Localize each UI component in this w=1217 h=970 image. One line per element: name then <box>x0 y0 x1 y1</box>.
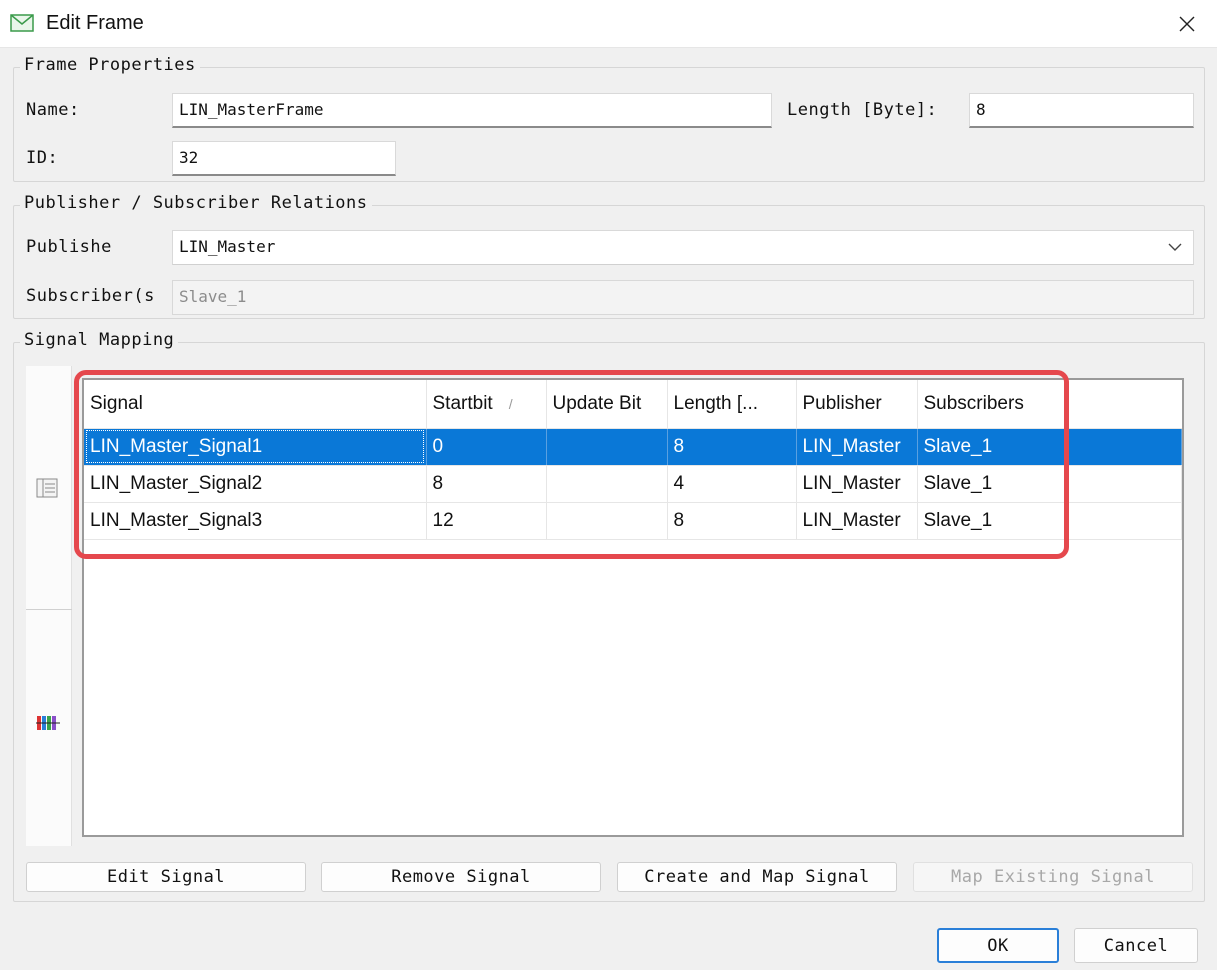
create-map-signal-button[interactable]: Create and Map Signal <box>617 862 897 892</box>
length-input[interactable]: 8 <box>969 93 1194 128</box>
signal-grid[interactable]: Signal Startbit / Update Bit Length [... … <box>82 378 1184 837</box>
publisher-select[interactable]: LIN_Master <box>172 230 1194 265</box>
table-view-icon <box>36 478 58 498</box>
cell-subscribers[interactable]: Slave_1 <box>917 428 1182 466</box>
sort-indicator-icon: / <box>508 395 513 412</box>
table-header: Signal Startbit / Update Bit Length [... … <box>84 380 1182 429</box>
cell-subscribers[interactable]: Slave_1 <box>917 502 1182 540</box>
cell-signal[interactable]: LIN_Master_Signal2 <box>84 465 427 503</box>
cell-publisher[interactable]: LIN_Master <box>796 465 918 503</box>
cell-publisher[interactable]: LIN_Master <box>796 428 918 466</box>
close-button[interactable] <box>1157 0 1217 48</box>
cell-update-bit[interactable] <box>546 502 668 540</box>
name-input[interactable]: LIN_MasterFrame <box>172 93 772 128</box>
cell-signal[interactable]: LIN_Master_Signal3 <box>84 502 427 540</box>
signal-mapping-label: Signal Mapping <box>20 330 179 350</box>
close-icon <box>1179 16 1195 32</box>
ok-button[interactable]: OK <box>937 928 1059 963</box>
column-header-publisher[interactable]: Publisher <box>796 380 918 429</box>
cell-startbit[interactable]: 0 <box>426 428 547 466</box>
publisher-label: Publishe <box>26 237 112 257</box>
column-header-subscribers[interactable]: Subscribers <box>917 380 1182 429</box>
name-label: Name: <box>26 100 80 120</box>
window-title: Edit Frame <box>46 12 144 34</box>
relations-label: Publisher / Subscriber Relations <box>20 193 372 213</box>
cell-subscribers[interactable]: Slave_1 <box>917 465 1182 503</box>
remove-signal-button[interactable]: Remove Signal <box>321 862 601 892</box>
table-view-tab[interactable] <box>26 366 72 610</box>
cell-startbit[interactable]: 8 <box>426 465 547 503</box>
cell-publisher[interactable]: LIN_Master <box>796 502 918 540</box>
cell-length[interactable]: 8 <box>667 428 797 466</box>
length-label: Length [Byte]: <box>787 100 938 120</box>
id-input[interactable]: 32 <box>172 141 396 176</box>
view-switcher-strip <box>26 366 72 846</box>
edit-signal-button[interactable]: Edit Signal <box>26 862 306 892</box>
cell-signal[interactable]: LIN_Master_Signal1 <box>84 428 427 466</box>
cell-update-bit[interactable] <box>546 428 668 466</box>
column-header-update-bit[interactable]: Update Bit <box>546 380 668 429</box>
column-header-signal[interactable]: Signal <box>84 380 427 429</box>
cell-update-bit[interactable] <box>546 465 668 503</box>
cancel-button[interactable]: Cancel <box>1074 928 1198 963</box>
publisher-select-value: LIN_Master <box>179 237 276 256</box>
table-row[interactable]: LIN_Master_Signal3 12 8 LIN_Master Slave… <box>84 502 1182 540</box>
cell-length[interactable]: 8 <box>667 502 797 540</box>
cell-startbit[interactable]: 12 <box>426 502 547 540</box>
subscribers-label: Subscriber(s <box>26 286 155 306</box>
map-existing-signal-button[interactable]: Map Existing Signal <box>913 862 1193 892</box>
column-header-startbit-label: Startbit <box>432 392 493 414</box>
envelope-icon <box>10 14 34 32</box>
signal-table: Signal Startbit / Update Bit Length [... … <box>84 380 1182 540</box>
column-header-length[interactable]: Length [... <box>667 380 797 429</box>
bit-layout-tab[interactable] <box>26 611 72 846</box>
cell-length[interactable]: 4 <box>667 465 797 503</box>
table-row[interactable]: LIN_Master_Signal1 0 8 LIN_Master Slave_… <box>84 428 1182 466</box>
id-label: ID: <box>26 148 59 168</box>
chevron-down-icon <box>1168 243 1182 251</box>
frame-properties-label: Frame Properties <box>20 55 200 75</box>
column-header-startbit[interactable]: Startbit / <box>426 380 547 429</box>
subscribers-field: Slave_1 <box>172 280 1194 315</box>
table-row[interactable]: LIN_Master_Signal2 8 4 LIN_Master Slave_… <box>84 465 1182 503</box>
title-bar: Edit Frame <box>0 0 1217 48</box>
bit-layout-icon <box>36 716 60 730</box>
